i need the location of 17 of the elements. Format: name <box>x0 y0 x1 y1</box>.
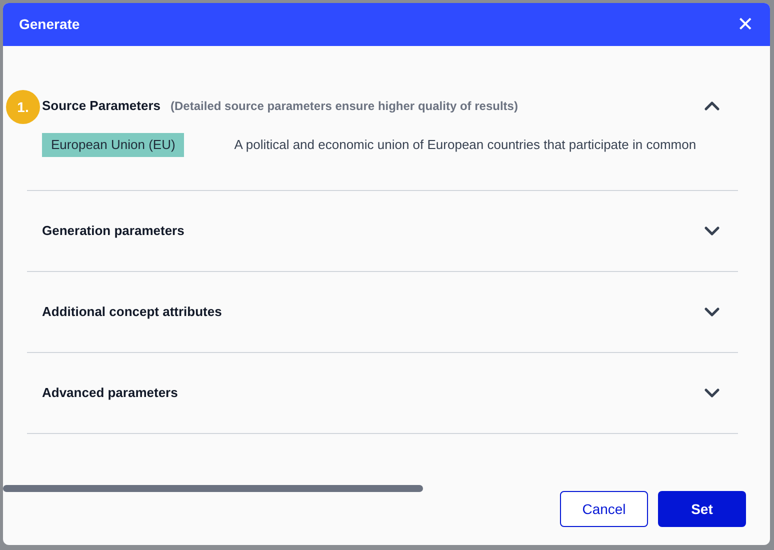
section-title[interactable]: Source Parameters <box>42 96 161 116</box>
close-button[interactable]: ✕ <box>737 14 754 34</box>
dialog-title: Generate <box>19 15 80 34</box>
chevron-down-icon[interactable] <box>704 226 720 236</box>
chevron-down-icon[interactable] <box>704 388 720 398</box>
entity-description: A political and economic union of European countries that participate in common <box>234 136 696 154</box>
section-title[interactable]: Additional concept attributes <box>42 302 222 322</box>
section-title[interactable]: Advanced parameters <box>42 382 178 402</box>
section-title[interactable]: Generation parameters <box>42 220 184 240</box>
cancel-button[interactable]: Cancel <box>560 491 648 527</box>
step-badge: 1. <box>6 90 40 124</box>
section-subtitle: (Detailed source parameters ensure higher quality of results) <box>170 98 518 115</box>
horizontal-scrollbar[interactable] <box>3 485 423 492</box>
set-button[interactable]: Set <box>658 491 746 527</box>
chevron-down-icon[interactable] <box>704 306 720 316</box>
entity-tag: European Union (EU) <box>42 133 184 156</box>
chevron-up-icon[interactable] <box>704 101 720 111</box>
